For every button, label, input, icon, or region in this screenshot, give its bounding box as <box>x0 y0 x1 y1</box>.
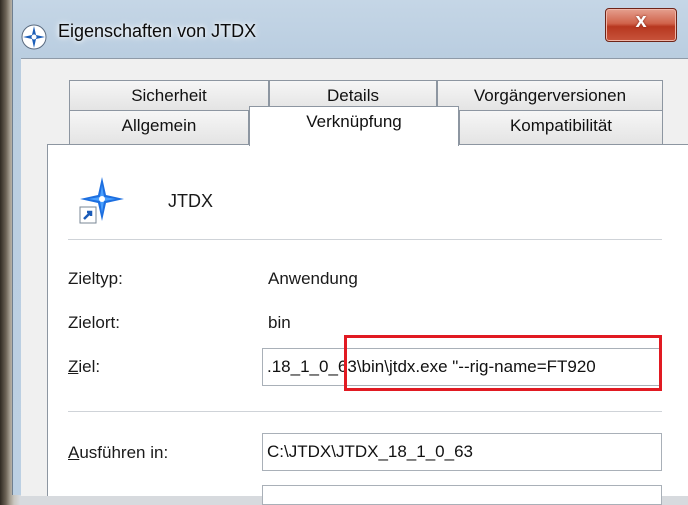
next-input-partial[interactable] <box>262 485 662 505</box>
dialog-body: Sicherheit Details Vorgängerversionen Al… <box>21 58 688 505</box>
close-icon: x <box>635 10 647 32</box>
tab-kompatibilitaet[interactable]: Kompatibilität <box>459 110 663 144</box>
ziel-mnemonic: Z <box>68 357 79 376</box>
ausfuehren-label: Ausführen in: <box>68 443 168 463</box>
tab-allgemein[interactable]: Allgemein <box>69 110 249 144</box>
window-title: Eigenschaften von JTDX <box>58 21 257 41</box>
title-bar[interactable]: Eigenschaften von JTDX x <box>13 0 688 58</box>
separator-1 <box>68 239 662 240</box>
highlight-box <box>344 335 662 391</box>
window-frame: Eigenschaften von JTDX x Sicherheit Deta… <box>12 0 688 505</box>
zielort-value: bin <box>268 313 291 332</box>
shortcut-app-icon <box>79 177 124 224</box>
tab-vorgaengerversionen[interactable]: Vorgängerversionen <box>437 80 663 110</box>
shortcut-name: JTDX <box>168 191 213 211</box>
ziel-label: Ziel: <box>68 357 100 377</box>
ausfuehren-input[interactable]: C:\JTDX\JTDX_18_1_0_63 <box>262 433 662 471</box>
zieltyp-value: Anwendung <box>268 269 358 288</box>
zieltyp-label: Zieltyp: <box>68 269 123 288</box>
ausfuehren-label-rest: usführen in: <box>79 443 169 462</box>
ziel-label-rest: iel: <box>78 357 101 376</box>
zielort-label: Zielort: <box>68 313 120 332</box>
tab-verknuepfung[interactable]: Verknüpfung <box>249 106 459 146</box>
tab-sicherheit[interactable]: Sicherheit <box>69 80 269 110</box>
app-icon <box>21 24 47 50</box>
tab-panel-verknuepfung: JTDX Zieltyp: Anwendung Zielort: bin Zie… <box>47 144 688 505</box>
close-button[interactable]: x <box>605 8 677 42</box>
separator-2 <box>68 411 662 412</box>
ausfuehren-mnemonic: A <box>68 443 80 462</box>
